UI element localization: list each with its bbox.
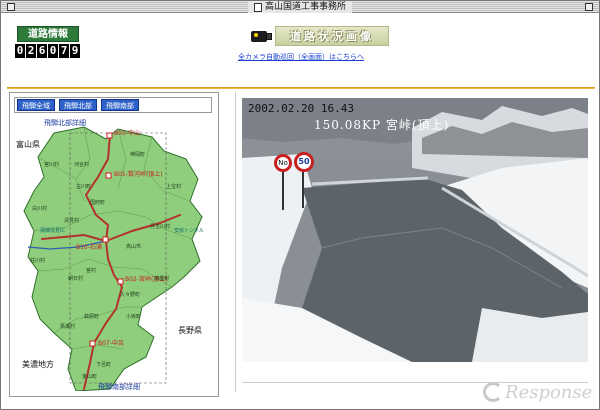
place-label: 萩原町: [84, 314, 100, 320]
map-graphic: [23, 126, 203, 391]
close-box-icon[interactable]: [7, 3, 15, 11]
map-panel: 飛騨全域 飛騨北部 飛騨南部 飛騨北部詳細 富山県 長野県 美濃地方 飛騨南部詳…: [9, 92, 219, 397]
camera-panel: No 50 2002.02.20 16.43 150.08KP 宮峠(頂上): [235, 92, 591, 392]
place-label: 丹生川村: [150, 224, 171, 230]
place-label: 朝日村: [68, 276, 84, 282]
place-label: 久々野町: [120, 292, 141, 298]
page-title-banner: 道路状況画像: [251, 24, 389, 48]
road-info-button[interactable]: 道路情報: [17, 26, 79, 42]
place-label: 安房トンネル: [174, 228, 204, 234]
place-label: 宮村: [86, 268, 97, 274]
browser-window: 高山国道工事事務所 道路情報 0 2 6 0 7 9 道路状況画像 全カメラ自動…: [0, 0, 600, 410]
page-content: 道路情報 0 2 6 0 7 9 道路状況画像 全カメラ自動巡回（全画面）はこち…: [3, 14, 599, 409]
place-label: 上宝村: [166, 184, 182, 190]
pref-nagano-label: 長野県: [178, 326, 202, 335]
road-camera-image: No 50 2002.02.20 16.43 150.08KP 宮峠(頂上): [242, 98, 588, 362]
place-label: 金山町: [82, 374, 98, 380]
camera-icon: [251, 27, 273, 45]
north-detail-label[interactable]: 飛騨北部詳細: [44, 120, 86, 127]
response-logo-icon: [483, 382, 503, 402]
place-label: 河合村: [74, 162, 90, 168]
header-divider: [7, 87, 595, 89]
place-label: 馬瀬村: [60, 324, 76, 330]
region-mino-label: 美濃地方: [22, 360, 54, 369]
response-watermark: Response: [483, 380, 593, 404]
place-label: 清見村: [64, 218, 80, 224]
zoom-box-icon[interactable]: [585, 3, 593, 11]
pref-toyama-label: 富山県: [16, 140, 40, 149]
no-entry-sign: No: [274, 154, 292, 172]
tab-hida-all[interactable]: 飛騨全域: [17, 99, 55, 111]
place-label: 神岡町: [130, 152, 146, 158]
all-camera-link[interactable]: 全カメラ自動巡回（全画面）はこちらへ: [3, 52, 599, 62]
place-label: 高山市: [126, 244, 142, 250]
place-label: 飛騨清見IC: [40, 228, 65, 234]
region-map[interactable]: 飛騨北部詳細 富山県 長野県 美濃地方 飛騨南部詳細 B03-中山 B01-数河…: [14, 119, 214, 391]
south-detail-label[interactable]: 飛騨南部詳細: [98, 384, 140, 391]
tab-hida-south[interactable]: 飛騨南部: [101, 99, 139, 111]
speed-limit-sign: 50: [294, 152, 314, 172]
camera-scene: [242, 98, 588, 362]
page-title: 道路状況画像: [275, 26, 389, 46]
camera-location: 150.08KP 宮峠(頂上): [314, 118, 450, 132]
place-label: 白川村: [32, 206, 48, 212]
title-bar[interactable]: 高山国道工事事務所: [1, 1, 599, 13]
camera-timestamp: 2002.02.20 16.43: [248, 102, 354, 115]
camera-label-b03[interactable]: B03-中山: [114, 131, 140, 137]
place-label: 高根村: [154, 276, 170, 282]
camera-label-b07[interactable]: B07-中呂: [98, 341, 124, 347]
place-label: 古川町: [76, 184, 92, 190]
window-title-text: 高山国道工事事務所: [264, 2, 347, 12]
region-tabs: 飛騨全域 飛騨北部 飛騨南部: [14, 97, 212, 113]
place-label: 下呂町: [96, 362, 112, 368]
place-label: 荘川村: [30, 258, 46, 264]
tab-hida-north[interactable]: 飛騨北部: [59, 99, 97, 111]
place-label: 宮川村: [44, 162, 60, 168]
watermark-text: Response: [505, 381, 593, 403]
window-title: 高山国道工事事務所: [247, 1, 353, 13]
place-label: 小坂町: [126, 314, 142, 320]
document-icon: [253, 2, 262, 12]
camera-label-b10[interactable]: B10-石浦: [76, 245, 102, 251]
place-label: 国府町: [90, 200, 106, 206]
camera-label-b01[interactable]: B01-数河峠(頂上): [114, 172, 163, 178]
